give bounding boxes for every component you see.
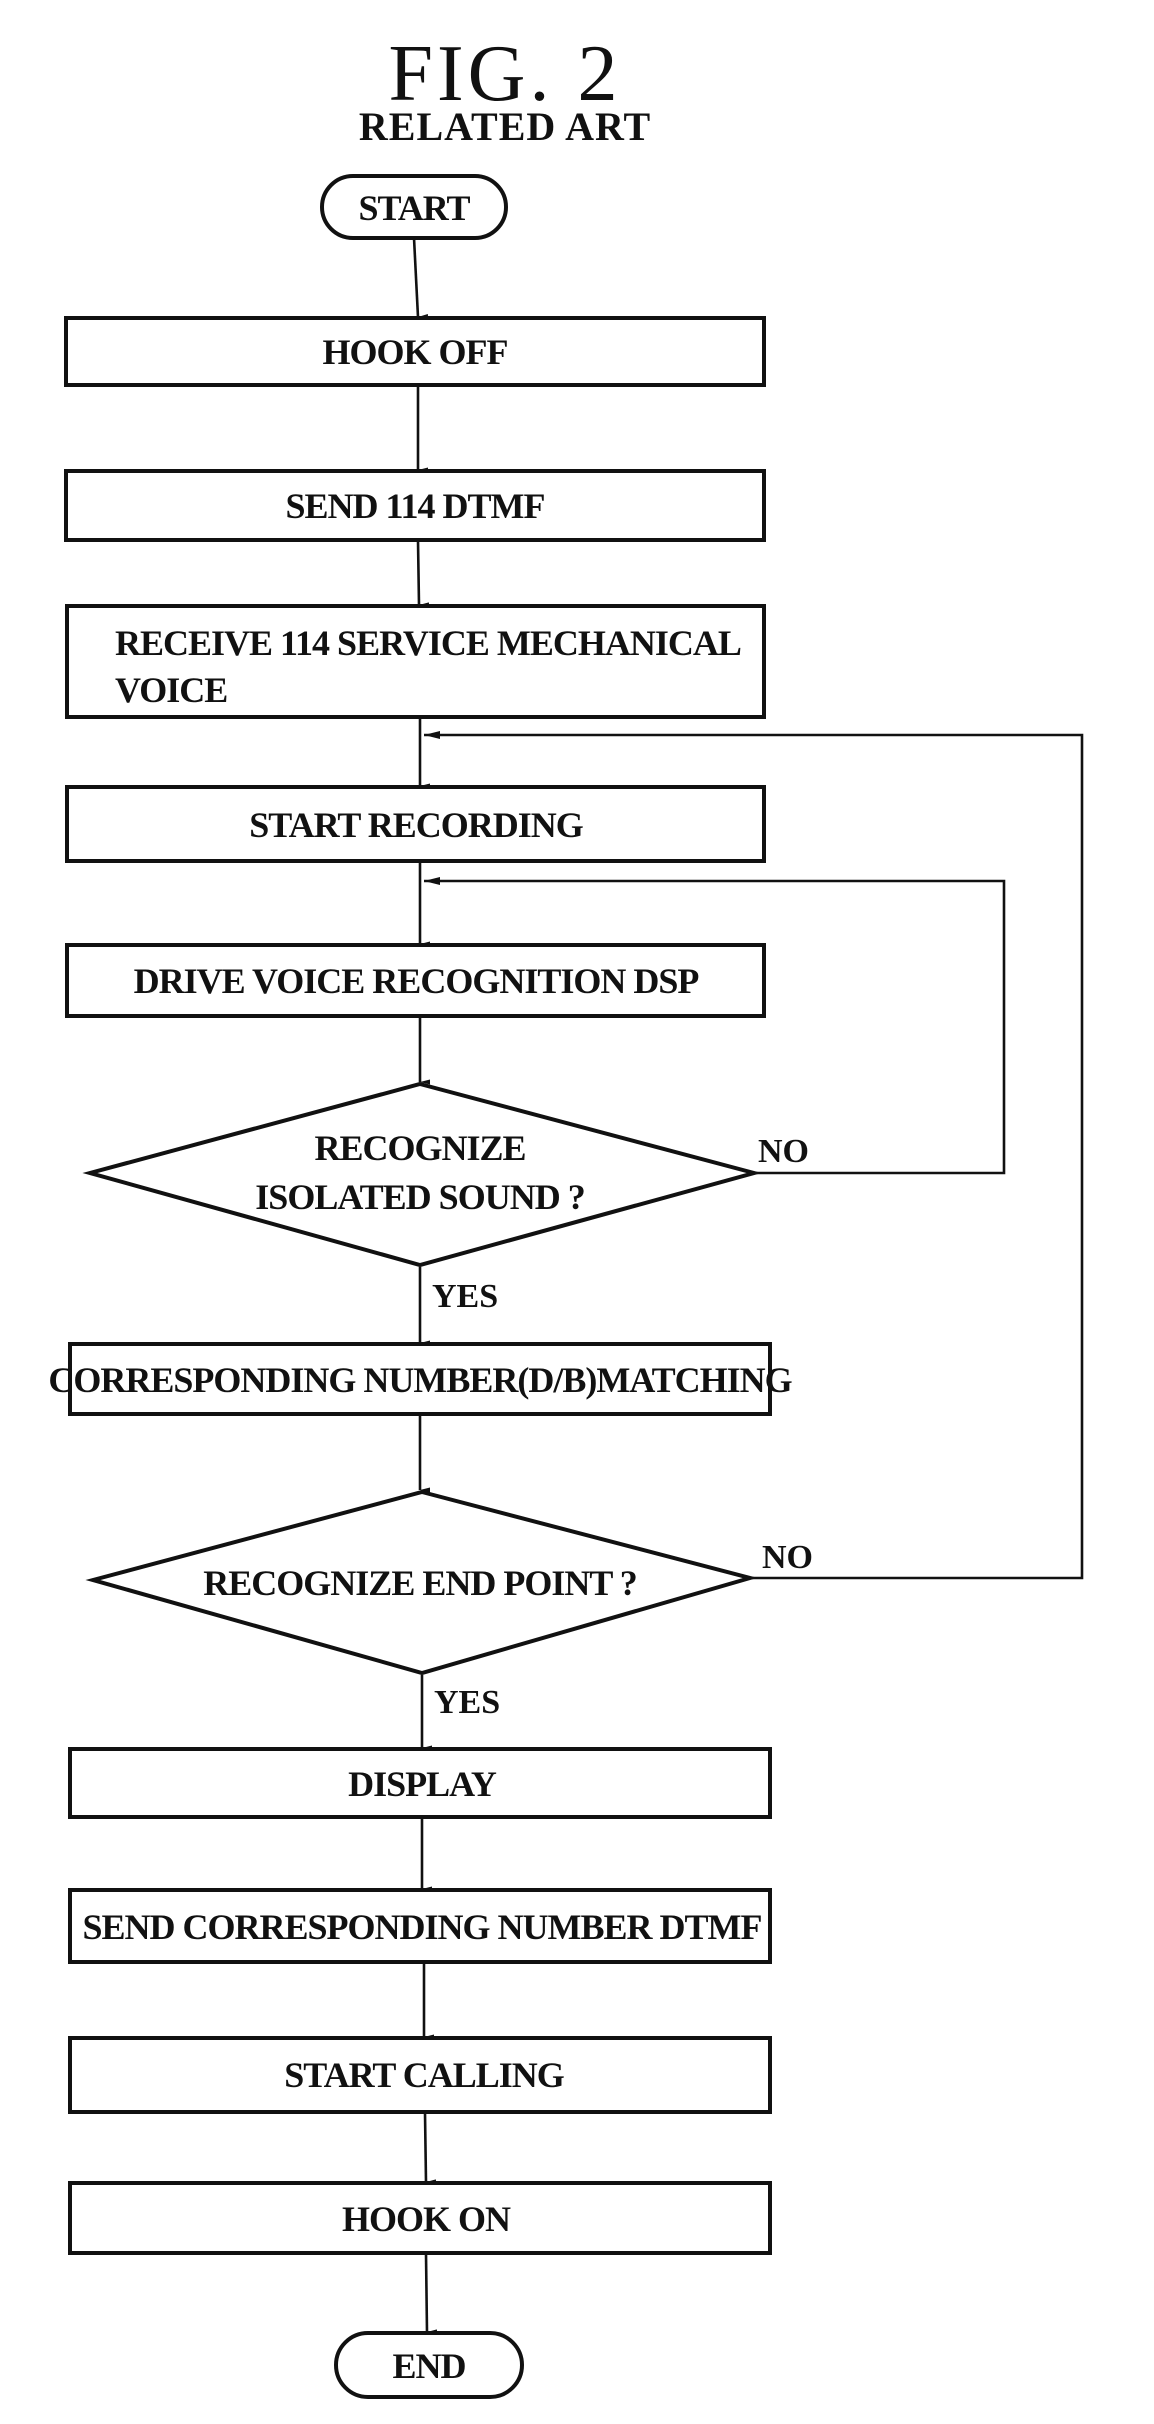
- step-display: DISPLAY: [68, 1747, 772, 1819]
- decision-label-line2: ISOLATED SOUND ?: [255, 1177, 584, 1217]
- step-label: SEND 114 DTMF: [285, 486, 544, 526]
- step-label-line2: VOICE: [115, 670, 227, 710]
- step-start-calling: START CALLING: [68, 2036, 772, 2114]
- decision-label: RECOGNIZE END POINT ?: [203, 1563, 636, 1603]
- step-label: START RECORDING: [249, 805, 583, 845]
- decision-end-point: RECOGNIZE END POINT ?: [85, 1489, 758, 1676]
- decision-isolated-sound: RECOGNIZE ISOLATED SOUND ?: [82, 1081, 762, 1268]
- arrow-send-to-receive: [416, 540, 430, 608]
- step-label: DISPLAY: [348, 1764, 497, 1804]
- step-hook-on: HOOK ON: [68, 2181, 772, 2255]
- step-label: START CALLING: [284, 2055, 564, 2095]
- flowchart-diagram: FIG. 2 RELATED ART START HOOK OFF SEND 1…: [48, 30, 1084, 2399]
- step-drive-dsp: DRIVE VOICE RECOGNITION DSP: [65, 943, 766, 1018]
- step-hook-off: HOOK OFF: [64, 316, 766, 387]
- start-terminal: START: [320, 174, 508, 240]
- branch-yes-label-1: YES: [432, 1278, 498, 1315]
- step-label: HOOK OFF: [323, 332, 508, 372]
- step-number-matching: CORRESPONDING NUMBER(D/B)MATCHING: [48, 1342, 794, 1416]
- decision-diamond: [82, 1081, 762, 1268]
- end-label: END: [392, 2346, 465, 2386]
- branch-yes-label-2: YES: [434, 1684, 500, 1721]
- figure-subtitle: RELATED ART: [359, 104, 651, 149]
- branch-no-label-2: NO: [762, 1539, 813, 1576]
- decision-label-line1: RECOGNIZE: [314, 1128, 525, 1168]
- step-label-line1: RECEIVE 114 SERVICE MECHANICAL: [115, 623, 741, 663]
- step-label: HOOK ON: [342, 2199, 511, 2239]
- step-send-number-dtmf: SEND CORRESPONDING NUMBER DTMF: [68, 1888, 772, 1964]
- arrow-hook-on-to-end: [424, 2253, 438, 2335]
- step-start-recording: START RECORDING: [65, 785, 766, 863]
- step-label: CORRESPONDING NUMBER(D/B)MATCHING: [48, 1360, 792, 1400]
- arrow-start-to-hook-off: [412, 237, 429, 319]
- arrow-calling-to-hook-on: [423, 2112, 437, 2185]
- start-label: START: [358, 188, 470, 228]
- step-send-114-dtmf: SEND 114 DTMF: [64, 469, 766, 542]
- step-label: DRIVE VOICE RECOGNITION DSP: [134, 961, 699, 1001]
- step-receive-mechanical-voice: RECEIVE 114 SERVICE MECHANICAL VOICE: [65, 604, 766, 719]
- branch-no-label-1: NO: [758, 1133, 809, 1170]
- end-terminal: END: [334, 2331, 524, 2399]
- step-label: SEND CORRESPONDING NUMBER DTMF: [82, 1907, 761, 1947]
